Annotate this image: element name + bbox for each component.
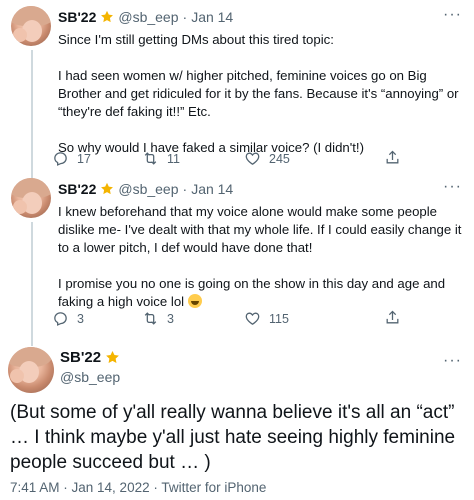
heart-icon: [245, 152, 260, 165]
display-name[interactable]: SB'22: [58, 181, 96, 197]
grinning-sweat-emoji-icon: [187, 294, 202, 308]
tweet-text: (But some of y'all really wanna believe …: [10, 402, 456, 473]
share-button[interactable]: [384, 309, 401, 329]
retweet-icon: [144, 312, 157, 325]
tweet-text: Since I'm still getting DMs about this t…: [58, 31, 470, 157]
more-options-icon[interactable]: ···: [443, 6, 462, 24]
display-name[interactable]: SB'22: [58, 9, 96, 25]
paragraph: I had seen women w/ higher pitched, femi…: [58, 68, 459, 119]
reply-icon: [54, 152, 67, 166]
thread-connector: [31, 50, 33, 180]
main-tweet: SB'22 @sb_eep ··· (But some of y'all rea…: [0, 340, 474, 500]
author-block: SB'22 @sb_eep: [60, 349, 124, 385]
paragraph: Since I'm still getting DMs about this t…: [58, 32, 334, 47]
handle[interactable]: @sb_eep: [60, 369, 124, 385]
paragraph: I knew beforehand that my voice alone wo…: [58, 204, 462, 255]
retweet-button[interactable]: 3: [142, 310, 232, 327]
share-button[interactable]: [384, 149, 401, 169]
display-name[interactable]: SB'22: [60, 349, 101, 366]
reply-count: 3: [77, 311, 84, 326]
thread-connector: [31, 222, 33, 346]
more-options-icon[interactable]: ···: [443, 352, 462, 370]
reply-icon: [54, 312, 67, 326]
star-badge-icon: [101, 10, 114, 23]
paragraph: I promise you no one is going on the sho…: [58, 276, 446, 309]
reply-count: 17: [77, 151, 91, 166]
star-badge-icon: [106, 350, 119, 363]
share-icon: [386, 310, 399, 323]
heart-icon: [245, 312, 260, 325]
tweet-1[interactable]: SB'22 @sb_eep · Jan 14 ··· Since I'm sti…: [0, 0, 474, 180]
like-count: 245: [269, 151, 290, 166]
separator: ·: [182, 181, 188, 197]
retweet-count: 3: [167, 311, 174, 326]
retweet-icon: [144, 152, 157, 165]
retweet-button[interactable]: 11: [142, 150, 232, 167]
paragraph-with-emoji: I promise you no one is going on the sho…: [58, 275, 470, 311]
action-bar: 3 3 115: [52, 310, 412, 327]
retweet-count: 11: [167, 151, 180, 166]
reply-button[interactable]: 3: [52, 310, 142, 327]
more-options-icon[interactable]: ···: [443, 178, 462, 196]
star-badge-icon: [101, 182, 114, 195]
tweet-header: SB'22 @sb_eep · Jan 14: [58, 181, 233, 197]
tweet-2[interactable]: SB'22 @sb_eep · Jan 14 ··· I knew before…: [0, 166, 474, 346]
like-button[interactable]: 115: [244, 310, 334, 327]
action-bar: 17 11 245: [52, 150, 412, 167]
tweet-meta[interactable]: 7:41 AM · Jan 14, 2022 · Twitter for iPh…: [10, 480, 266, 495]
tweet-date[interactable]: Jan 14: [191, 181, 233, 197]
tweet-text: I knew beforehand that my voice alone wo…: [58, 203, 470, 311]
reply-button[interactable]: 17: [52, 150, 142, 167]
tweet-header: SB'22 @sb_eep · Jan 14: [58, 9, 233, 25]
avatar[interactable]: [11, 178, 51, 218]
share-icon: [386, 150, 399, 163]
handle[interactable]: @sb_eep: [118, 9, 178, 25]
like-count: 115: [269, 311, 289, 326]
avatar[interactable]: [11, 6, 51, 46]
separator: ·: [182, 9, 188, 25]
avatar[interactable]: [8, 347, 54, 393]
handle[interactable]: @sb_eep: [118, 181, 178, 197]
like-button[interactable]: 245: [244, 150, 334, 167]
thread-connector: [31, 166, 33, 176]
tweet-date[interactable]: Jan 14: [191, 9, 233, 25]
